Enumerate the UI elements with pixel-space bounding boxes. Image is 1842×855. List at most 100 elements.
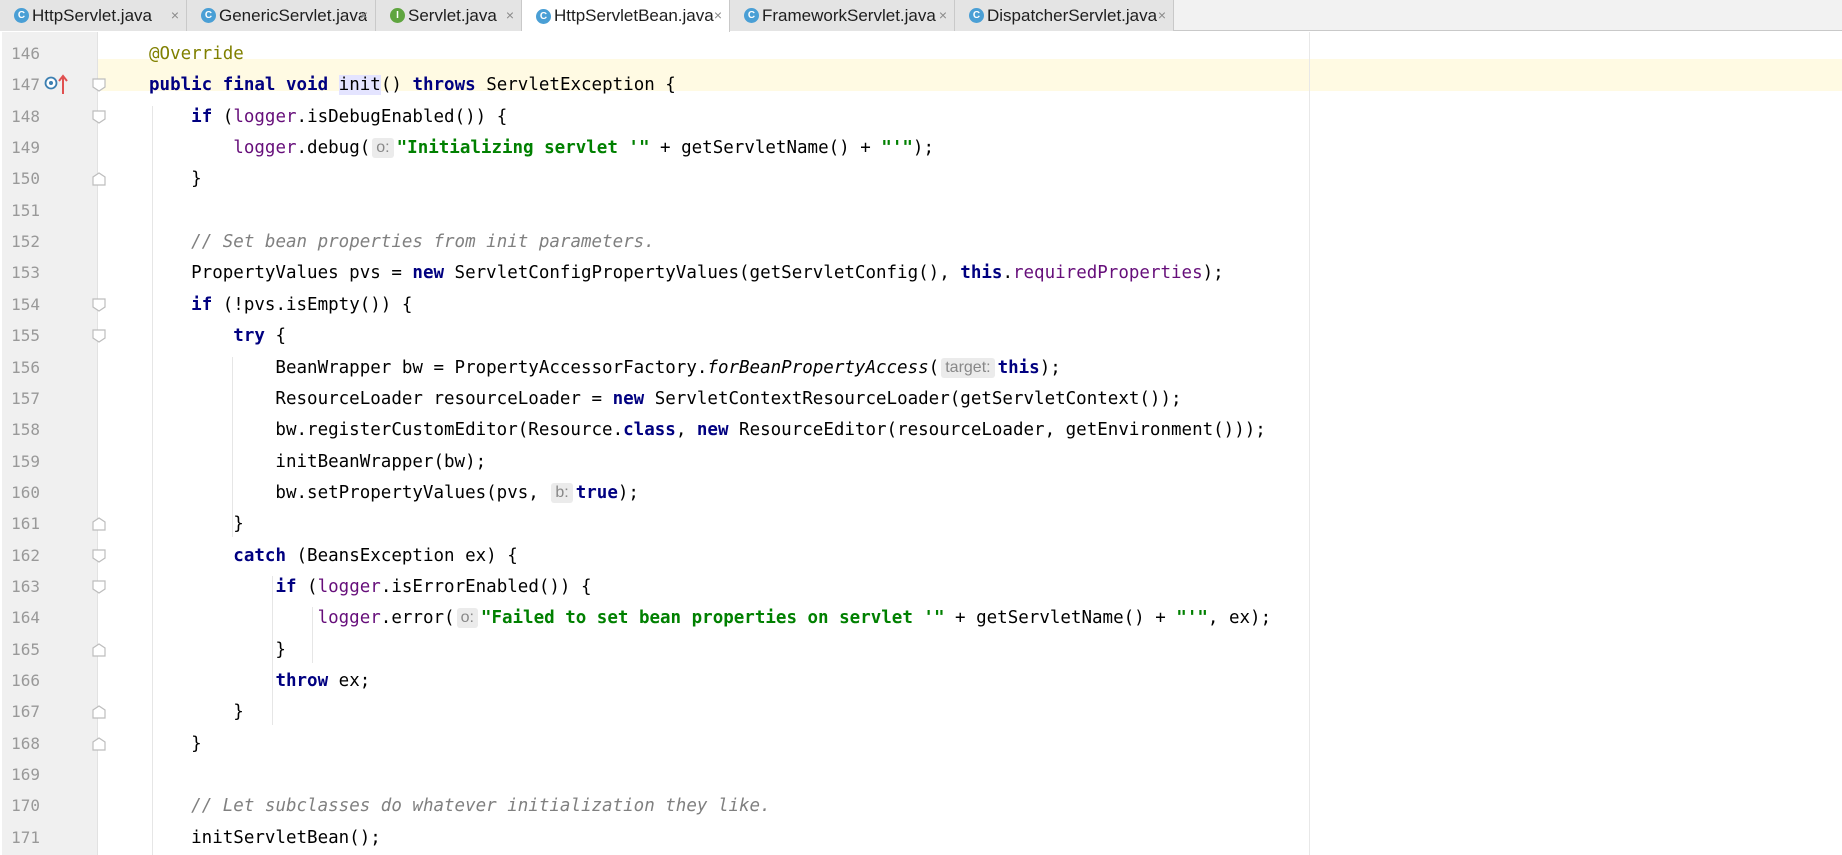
close-icon[interactable]: × [939,7,947,23]
code-line[interactable]: } [149,513,244,535]
code-line[interactable]: PropertyValues pvs = new ServletConfigPr… [149,262,1224,284]
class-icon: C [201,8,216,23]
line-number: 153 [11,263,40,283]
string-literal: "'" [1176,608,1208,629]
code-line[interactable]: } [149,733,202,755]
code-editor[interactable]: 146 147 148 149 150 151 152 153 154 155 156 157 158 1… [0,32,1842,855]
fold-collapse-icon[interactable] [91,77,107,93]
fold-collapse-icon[interactable] [91,109,107,125]
code-line[interactable]: } [149,639,286,661]
code-line[interactable]: if (logger.isDebugEnabled()) { [149,106,507,128]
code-token: } [149,733,202,754]
code-line[interactable]: // Set bean properties from init paramet… [149,231,655,253]
code-token: logger [233,106,297,127]
code-line[interactable]: try { [149,325,286,347]
code-line[interactable]: bw.registerCustomEditor(Resource.class, … [149,419,1266,441]
code-token: ); [912,138,934,159]
line-number: 158 [11,420,40,440]
code-token: requiredProperties [1012,263,1203,284]
code-line[interactable]: if (!pvs.isEmpty()) { [149,294,412,316]
code-line[interactable]: } [149,701,244,723]
code-token: ServletConfigPropertyValues(getServletCo… [444,263,961,284]
code-line[interactable]: bw.setPropertyValues(pvs, b: true); [149,482,639,504]
keyword: this [997,357,1040,378]
close-icon[interactable]: × [360,7,368,23]
code-line[interactable]: @Override [149,43,244,65]
code-line[interactable]: catch (BeansException ex) { [149,545,517,567]
tab-servlet[interactable]: I Servlet.java × [376,0,522,31]
line-number: 171 [11,827,40,847]
tab-label: HttpServletBean.java [554,6,714,25]
fold-collapse-icon[interactable] [91,579,107,595]
tab-label: HttpServlet.java [32,5,152,25]
fold-end-icon[interactable] [91,516,107,532]
close-icon[interactable]: × [714,7,722,23]
code-token: ); [1202,263,1224,284]
indent-guide [232,356,233,538]
code-token: ( [212,106,234,127]
code-token: ResourceEditor(resourceLoader, getEnviro… [728,420,1266,441]
fold-collapse-icon[interactable] [91,297,107,313]
tab-dispatcherservlet[interactable]: C DispatcherServlet.java × [955,0,1174,31]
code-token: logger [317,608,381,629]
code-line[interactable]: BeanWrapper bw = PropertyAccessorFactory… [149,357,1061,379]
tab-genericservlet[interactable]: C GenericServlet.java × [187,0,376,31]
code-token: ); [617,482,639,503]
line-number: 169 [11,765,40,785]
keyword: try [233,326,265,347]
override-marker-icon[interactable] [44,73,68,95]
code-line[interactable]: throw ex; [149,670,370,692]
code-line[interactable]: ResourceLoader resourceLoader = new Serv… [149,388,1181,410]
code-line[interactable]: logger.error(o: "Failed to set bean prope… [149,607,1271,629]
line-number: 160 [11,482,40,502]
code-token: ( [296,576,318,597]
code-token: } [149,514,244,535]
tab-label: FrameworkServlet.java [762,5,936,25]
parameter-hint: o: [372,138,394,159]
keyword: new [696,420,729,441]
code-token: ServletException { [475,75,676,96]
class-icon: C [969,8,984,23]
code-line[interactable]: initBeanWrapper(bw); [149,451,486,473]
code-line[interactable]: // Let subclasses do whatever initializa… [149,795,770,817]
close-icon[interactable]: × [171,7,179,23]
fold-collapse-icon[interactable] [91,548,107,564]
code-token: ex; [328,671,371,691]
line-number: 165 [11,639,40,659]
code-line[interactable]: public final void init() throws ServletE… [149,74,676,96]
line-number: 152 [11,232,40,252]
fold-end-icon[interactable] [91,704,107,720]
line-number: 167 [11,702,40,722]
code-token: .isDebugEnabled()) { [296,106,508,127]
parameter-hint: b: [551,482,573,503]
tab-httpservlet[interactable]: C HttpServlet.java × [0,0,187,31]
line-number: 155 [11,326,40,346]
code-token: initBeanWrapper(bw); [149,451,487,472]
line-number: 151 [11,200,40,220]
close-icon[interactable]: × [506,7,514,23]
line-number: 148 [11,106,40,126]
parameter-hint: o: [456,608,478,629]
code-token: . [1002,263,1013,284]
code-token: init [338,75,381,96]
fold-end-icon[interactable] [91,642,107,658]
line-number: 156 [11,357,40,377]
tab-httpservletbean[interactable]: C HttpServletBean.java × [522,0,730,32]
code-line[interactable]: logger.debug(o: "Initializing servlet '" … [149,137,934,159]
fold-collapse-icon[interactable] [91,328,107,344]
code-line[interactable]: } [149,168,202,190]
code-line[interactable]: if (logger.isErrorEnabled()) { [149,576,591,598]
tab-label: Servlet.java [408,5,497,25]
fold-end-icon[interactable] [91,171,107,187]
fold-end-icon[interactable] [91,736,107,752]
code-token: bw.registerCustomEditor(Resource. [149,420,624,441]
code-token: + getServletName() + [649,138,882,159]
tab-frameworkservlet[interactable]: C FrameworkServlet.java × [730,0,955,31]
code-token: + getServletName() + [944,608,1177,629]
editor-gutter[interactable]: 146 147 148 149 150 151 152 153 154 155 156 157 158 1… [2,32,106,855]
code-line[interactable]: initServletBean(); [149,827,381,849]
close-icon[interactable]: × [1158,7,1166,23]
